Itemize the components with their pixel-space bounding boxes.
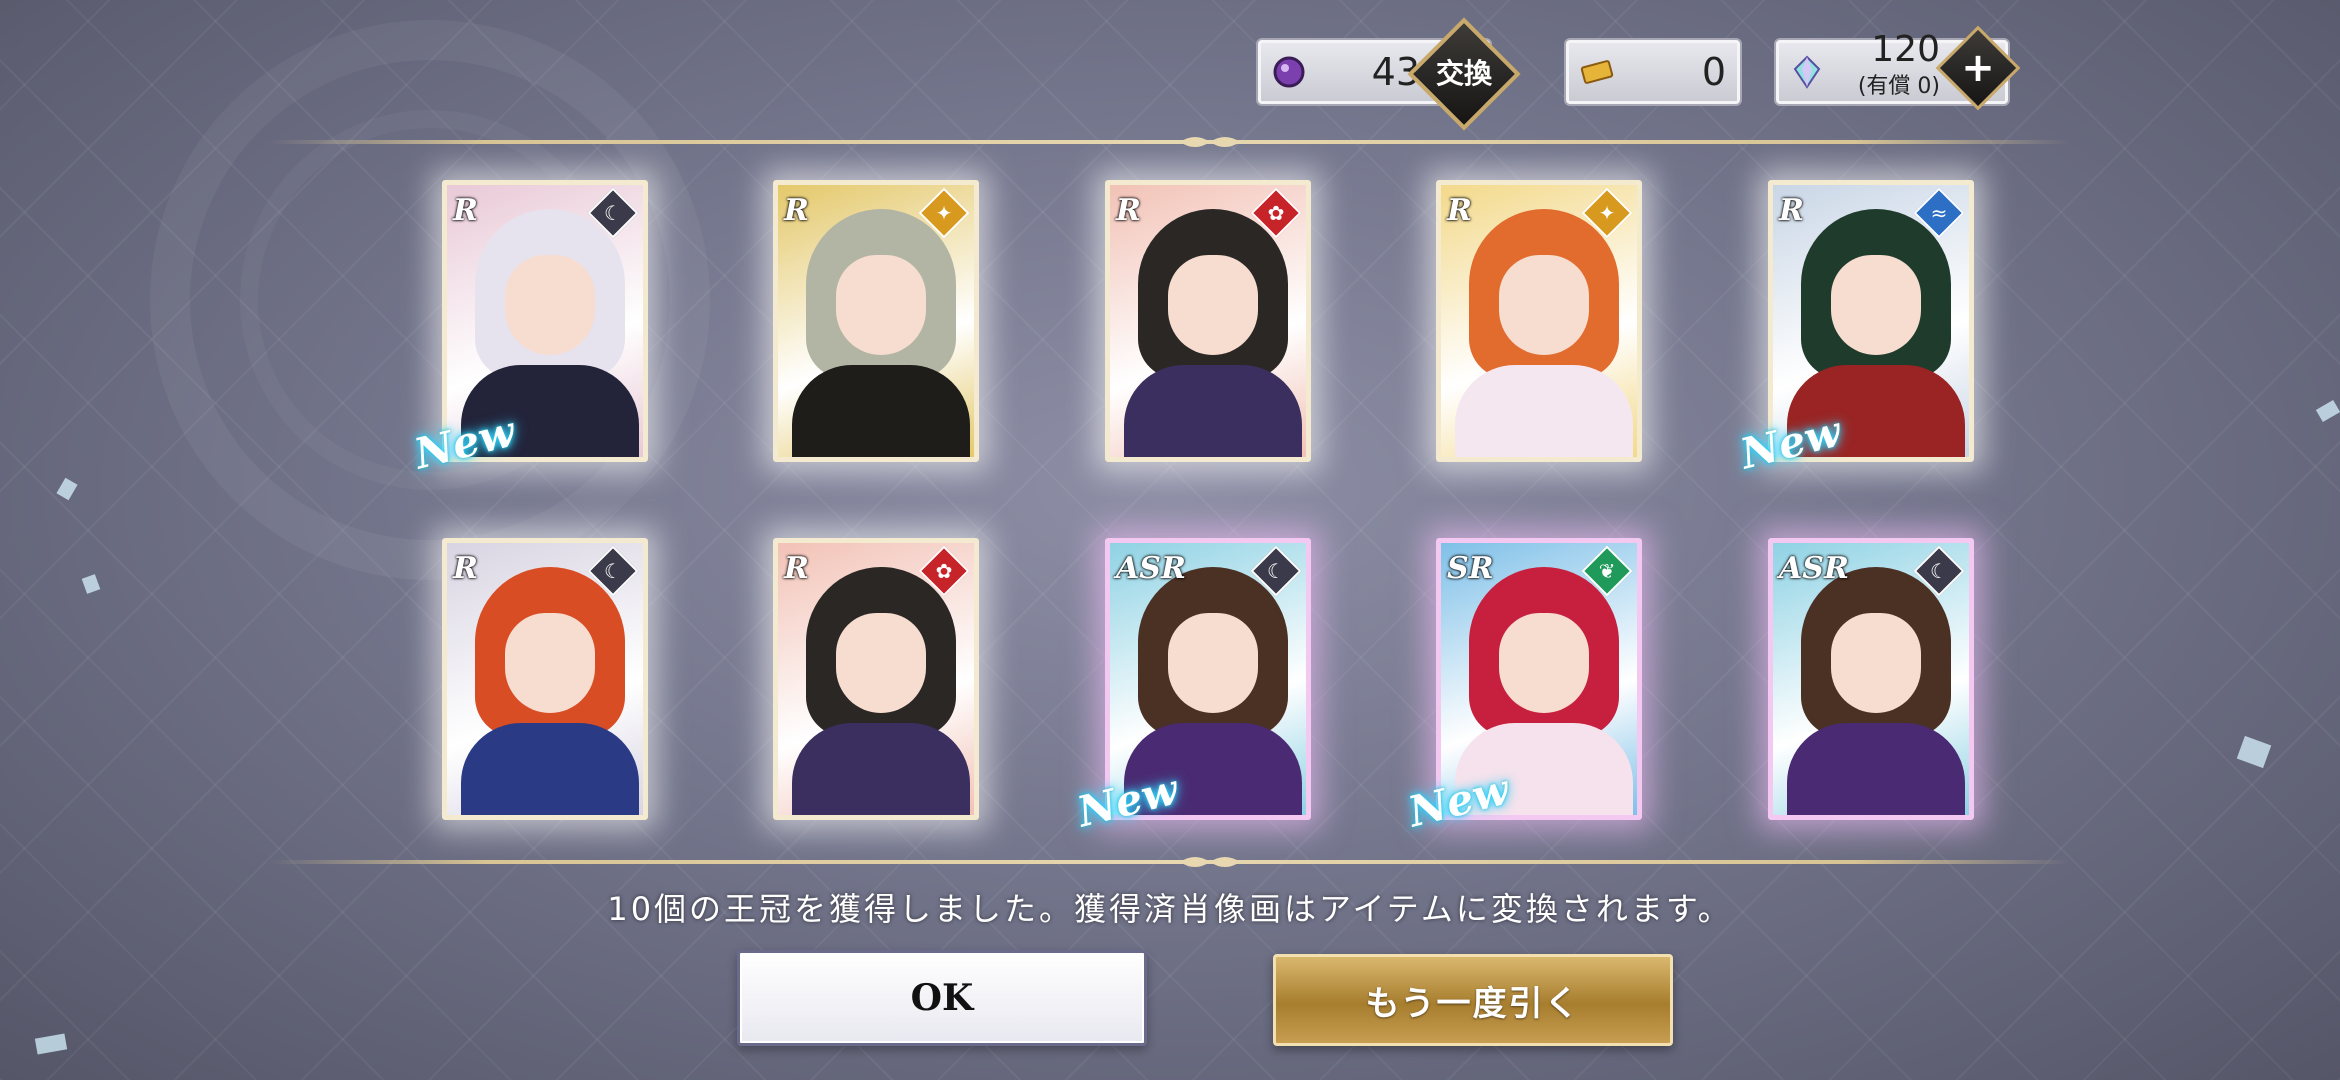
shard-decoration bbox=[2315, 399, 2340, 423]
rarity-label: ASR bbox=[1116, 551, 1186, 586]
character-outfit bbox=[461, 723, 639, 815]
divider-ornament bbox=[1180, 137, 1240, 147]
rarity-label: SR bbox=[1447, 551, 1494, 586]
plus-icon[interactable]: + bbox=[1948, 40, 2008, 96]
attribute-glyph: ✿ bbox=[1267, 201, 1285, 225]
new-badge: New bbox=[1403, 764, 1514, 837]
result-card[interactable]: R ✿ bbox=[1105, 180, 1311, 462]
attribute-glyph: ❦ bbox=[1598, 559, 1616, 583]
rarity-label: R bbox=[453, 193, 478, 228]
character-outfit bbox=[1124, 365, 1302, 457]
character-outfit bbox=[1455, 365, 1633, 457]
shard-decoration bbox=[2236, 735, 2272, 769]
attribute-glyph: ☾ bbox=[604, 201, 622, 225]
bottom-divider bbox=[270, 860, 2070, 864]
character-face bbox=[1831, 613, 1921, 713]
result-card[interactable]: R ✦ bbox=[1436, 180, 1642, 462]
rarity-label: R bbox=[784, 551, 809, 586]
attribute-glyph: ☾ bbox=[604, 559, 622, 583]
character-face bbox=[1168, 613, 1258, 713]
attribute-glyph: ✦ bbox=[935, 201, 953, 225]
exchange-button-label[interactable]: 交換 bbox=[1424, 52, 1504, 92]
character-face bbox=[505, 255, 595, 355]
attribute-glyph: ✦ bbox=[1598, 201, 1616, 225]
character-outfit bbox=[792, 365, 970, 457]
result-card[interactable]: R ✦ bbox=[773, 180, 979, 462]
character-outfit bbox=[792, 723, 970, 815]
attribute-glyph: ≈ bbox=[1930, 201, 1948, 225]
character-face bbox=[836, 613, 926, 713]
attribute-glyph: ☾ bbox=[1930, 559, 1948, 583]
gacha-result-screen: 43 交換 0 120 (有償 0) + R ☾ New R ✦ R ✿ R ✦ R ≈ New R ☾ R… bbox=[0, 0, 2340, 1080]
draw-again-button[interactable]: もう一度引く bbox=[1273, 954, 1673, 1046]
attribute-glyph: ☾ bbox=[1267, 559, 1285, 583]
rarity-label: ASR bbox=[1779, 551, 1849, 586]
shard-decoration bbox=[56, 477, 78, 501]
rarity-label: R bbox=[1779, 193, 1804, 228]
result-message: 10個の王冠を獲得しました。獲得済肖像画はアイテムに変換されます。 bbox=[607, 890, 1733, 928]
new-badge: New bbox=[1735, 406, 1846, 479]
result-card[interactable]: R ☾ bbox=[442, 538, 648, 820]
ticket-counter: 0 bbox=[1564, 38, 1742, 106]
divider-ornament bbox=[1180, 857, 1240, 867]
ticket-icon bbox=[1580, 60, 1614, 84]
result-card[interactable]: ASR ☾ bbox=[1768, 538, 1974, 820]
gem-count: 120 bbox=[1871, 29, 1940, 70]
character-face bbox=[1168, 255, 1258, 355]
character-face bbox=[1831, 255, 1921, 355]
purple-orb-icon bbox=[1273, 56, 1305, 88]
shard-decoration bbox=[81, 574, 101, 594]
result-card[interactable]: R ✿ bbox=[773, 538, 979, 820]
ok-button[interactable]: OK bbox=[737, 950, 1147, 1046]
character-face bbox=[1499, 613, 1589, 713]
gem-paid-count: (有償 0) bbox=[1857, 74, 1940, 99]
rarity-label: R bbox=[1447, 193, 1472, 228]
character-face bbox=[836, 255, 926, 355]
character-face bbox=[1499, 255, 1589, 355]
character-face bbox=[505, 613, 595, 713]
rarity-label: R bbox=[784, 193, 809, 228]
new-badge: New bbox=[1072, 764, 1183, 837]
shard-decoration bbox=[34, 1033, 68, 1055]
gem-icon bbox=[1793, 55, 1821, 89]
rarity-label: R bbox=[1116, 193, 1141, 228]
rarity-label: R bbox=[453, 551, 478, 586]
character-outfit bbox=[1787, 723, 1965, 815]
attribute-glyph: ✿ bbox=[935, 559, 953, 583]
ticket-count: 0 bbox=[1701, 50, 1726, 94]
top-divider bbox=[270, 140, 2070, 144]
